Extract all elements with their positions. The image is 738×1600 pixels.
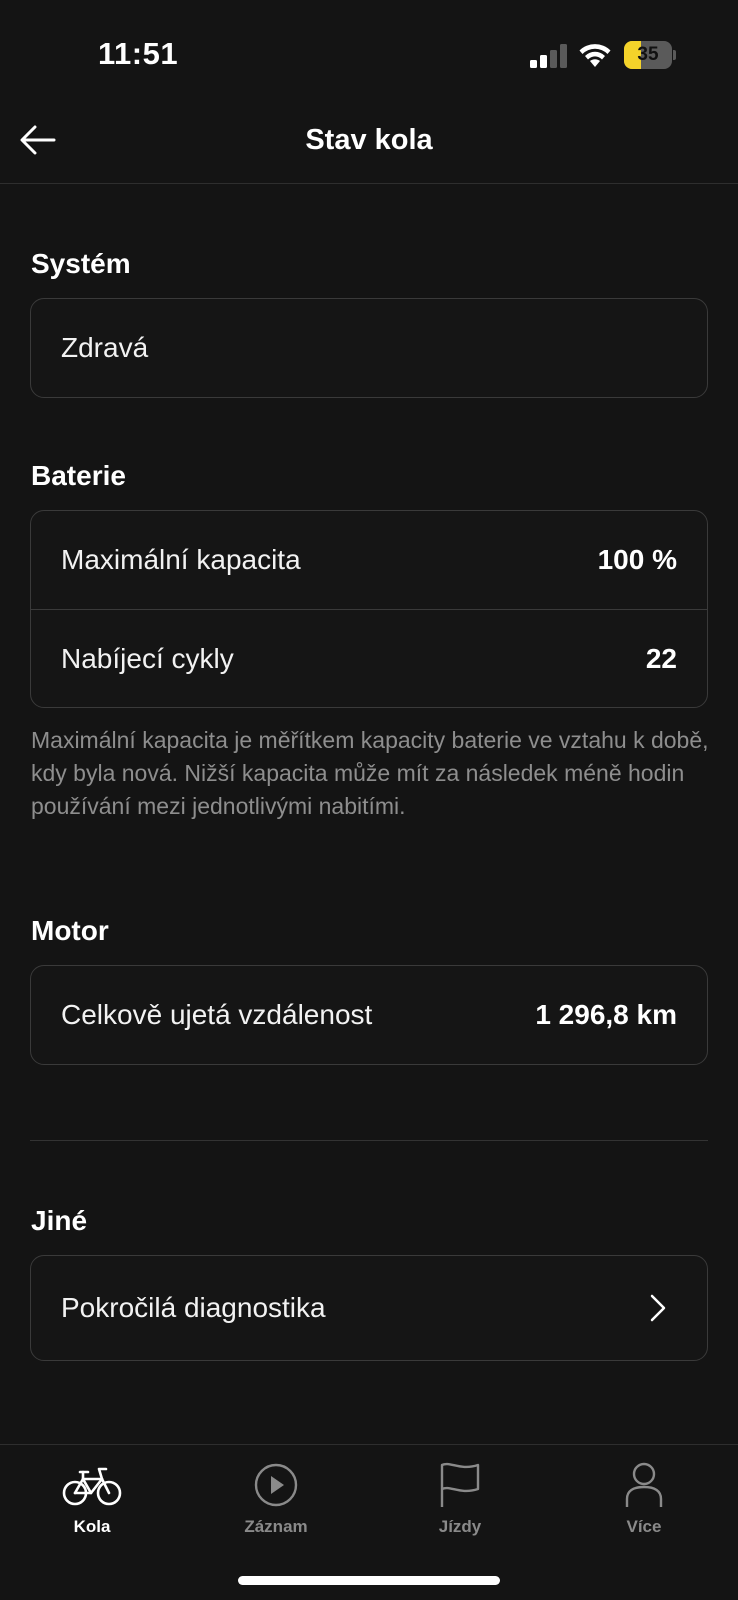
page-title: Stav kola: [305, 124, 433, 156]
system-card: Zdravá: [30, 298, 708, 398]
total-distance-label: Celkově ujetá vzdálenost: [61, 999, 373, 1030]
system-status-row: Zdravá: [31, 299, 707, 397]
battery-tip: [673, 50, 676, 60]
section-title-motor: Motor: [31, 915, 109, 946]
tab-label-zaznam: Záznam: [244, 1517, 308, 1536]
tab-label-vice: Více: [626, 1517, 662, 1536]
tab-label-jizdy: Jízdy: [438, 1517, 482, 1536]
system-status: Zdravá: [61, 332, 149, 363]
advanced-diagnostics-row[interactable]: Pokročilá diagnostika: [31, 1256, 707, 1360]
wifi-icon: [579, 44, 611, 67]
section-divider: [30, 1140, 708, 1141]
bike-icon: [62, 1467, 122, 1506]
battery-body: 35: [624, 41, 672, 69]
tab-vice[interactable]: Více: [552, 1445, 736, 1555]
battery-level: 35: [637, 44, 659, 65]
max-capacity-label: Maximální kapacita: [61, 544, 301, 575]
flag-icon: [440, 1462, 480, 1507]
status-bar: 11:51 35: [0, 0, 738, 100]
status-time: 11:51: [98, 36, 179, 71]
tab-jizdy[interactable]: Jízdy: [368, 1445, 552, 1555]
home-indicator: [238, 1576, 500, 1585]
play-circle-icon: [254, 1463, 298, 1507]
chevron-right-icon: [650, 1294, 666, 1322]
tab-zaznam[interactable]: Záznam: [184, 1445, 368, 1555]
cellular-signal-icon: [530, 44, 567, 68]
other-card: Pokročilá diagnostika: [30, 1255, 708, 1361]
motor-card: Celkově ujetá vzdálenost 1 296,8 km: [30, 965, 708, 1065]
person-icon: [625, 1462, 663, 1507]
total-distance-value: 1 296,8 km: [535, 999, 677, 1030]
tab-kola[interactable]: Kola: [0, 1445, 184, 1555]
section-title-system: Systém: [31, 248, 131, 279]
charge-cycles-value: 22: [645, 642, 677, 674]
header: Stav kola: [0, 100, 738, 184]
battery-note: Maximální kapacita je měřítkem kapacity …: [31, 727, 709, 819]
section-title-other: Jiné: [31, 1205, 88, 1236]
battery-card: Maximální kapacita 100 % Nabíjecí cykly …: [30, 510, 708, 708]
charge-cycles-label: Nabíjecí cykly: [61, 642, 234, 674]
max-capacity-value: 100 %: [597, 544, 677, 575]
advanced-diagnostics-label: Pokročilá diagnostika: [61, 1292, 326, 1323]
total-distance-row: Celkově ujetá vzdálenost 1 296,8 km: [31, 966, 707, 1064]
max-capacity-row: Maximální kapacita 100 %: [31, 511, 707, 609]
tab-label-kola: Kola: [73, 1517, 111, 1536]
charge-cycles-row: Nabíjecí cykly 22: [31, 609, 707, 707]
battery-indicator: 35: [624, 41, 676, 69]
section-title-battery: Baterie: [31, 460, 126, 491]
